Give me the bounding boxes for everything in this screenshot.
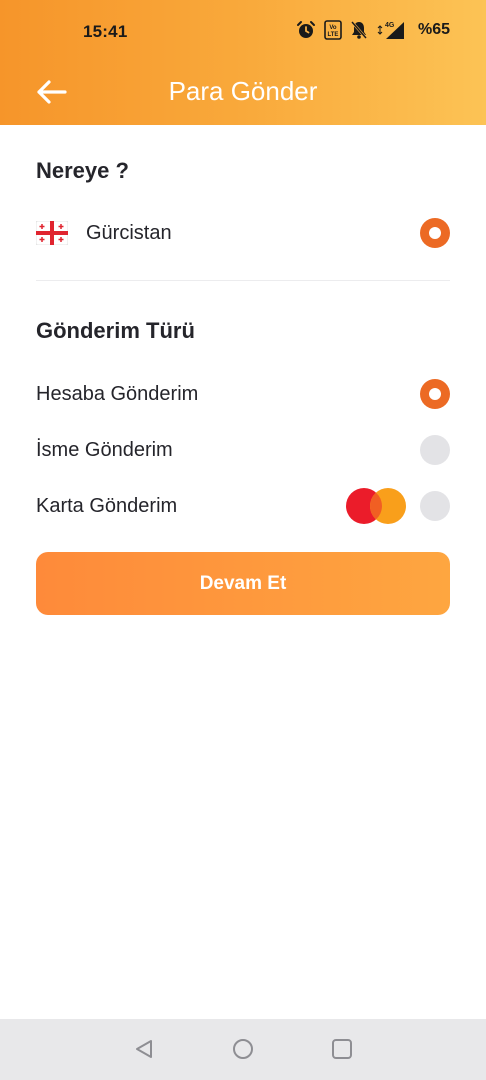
home-circle-icon[interactable] <box>231 1037 255 1061</box>
battery-level: %65 <box>417 21 450 38</box>
option-account-transfer[interactable]: Hesaba Gönderim <box>36 372 450 416</box>
section-divider <box>36 280 450 281</box>
back-triangle-icon[interactable] <box>132 1037 156 1061</box>
option-name-transfer[interactable]: İsme Gönderim <box>36 428 450 472</box>
option-card-radio[interactable] <box>420 491 450 521</box>
svg-text:Vo: Vo <box>329 25 337 31</box>
recents-square-icon[interactable] <box>330 1037 354 1061</box>
svg-text:LTE: LTE <box>328 32 339 38</box>
signal-4g-icon: 4G <box>377 22 404 39</box>
page-title: Para Gönder <box>168 76 318 106</box>
country-name: Gürcistan <box>86 221 172 244</box>
volte-icon: Vo LTE <box>324 20 342 40</box>
country-row[interactable]: Gürcistan <box>36 211 450 255</box>
option-card-transfer[interactable]: Karta Gönderim <box>36 484 450 528</box>
option-label: İsme Gönderim <box>36 438 173 461</box>
option-label: Hesaba Gönderim <box>36 382 199 405</box>
alarm-icon <box>296 21 315 38</box>
app-header: 15:41 Vo LTE 4G %65 Para Gönder <box>0 0 486 125</box>
option-name-radio[interactable] <box>420 435 450 465</box>
country-radio[interactable] <box>420 218 450 248</box>
georgia-flag-icon <box>36 221 68 245</box>
mute-bell-icon <box>350 21 367 39</box>
status-bar: 15:41 Vo LTE 4G %65 <box>0 0 486 64</box>
option-label: Karta Gönderim <box>36 494 178 517</box>
option-account-radio[interactable] <box>420 379 450 409</box>
status-icons: Vo LTE 4G %65 <box>296 20 450 40</box>
transfer-type-title: Gönderim Türü <box>36 318 195 343</box>
system-nav-bar <box>0 1019 486 1080</box>
mastercard-icon <box>346 488 406 524</box>
svg-text:4G: 4G <box>385 22 395 29</box>
continue-button[interactable]: Devam Et <box>36 552 450 615</box>
status-time: 15:41 <box>83 22 128 41</box>
destination-title: Nereye ? <box>36 158 129 183</box>
